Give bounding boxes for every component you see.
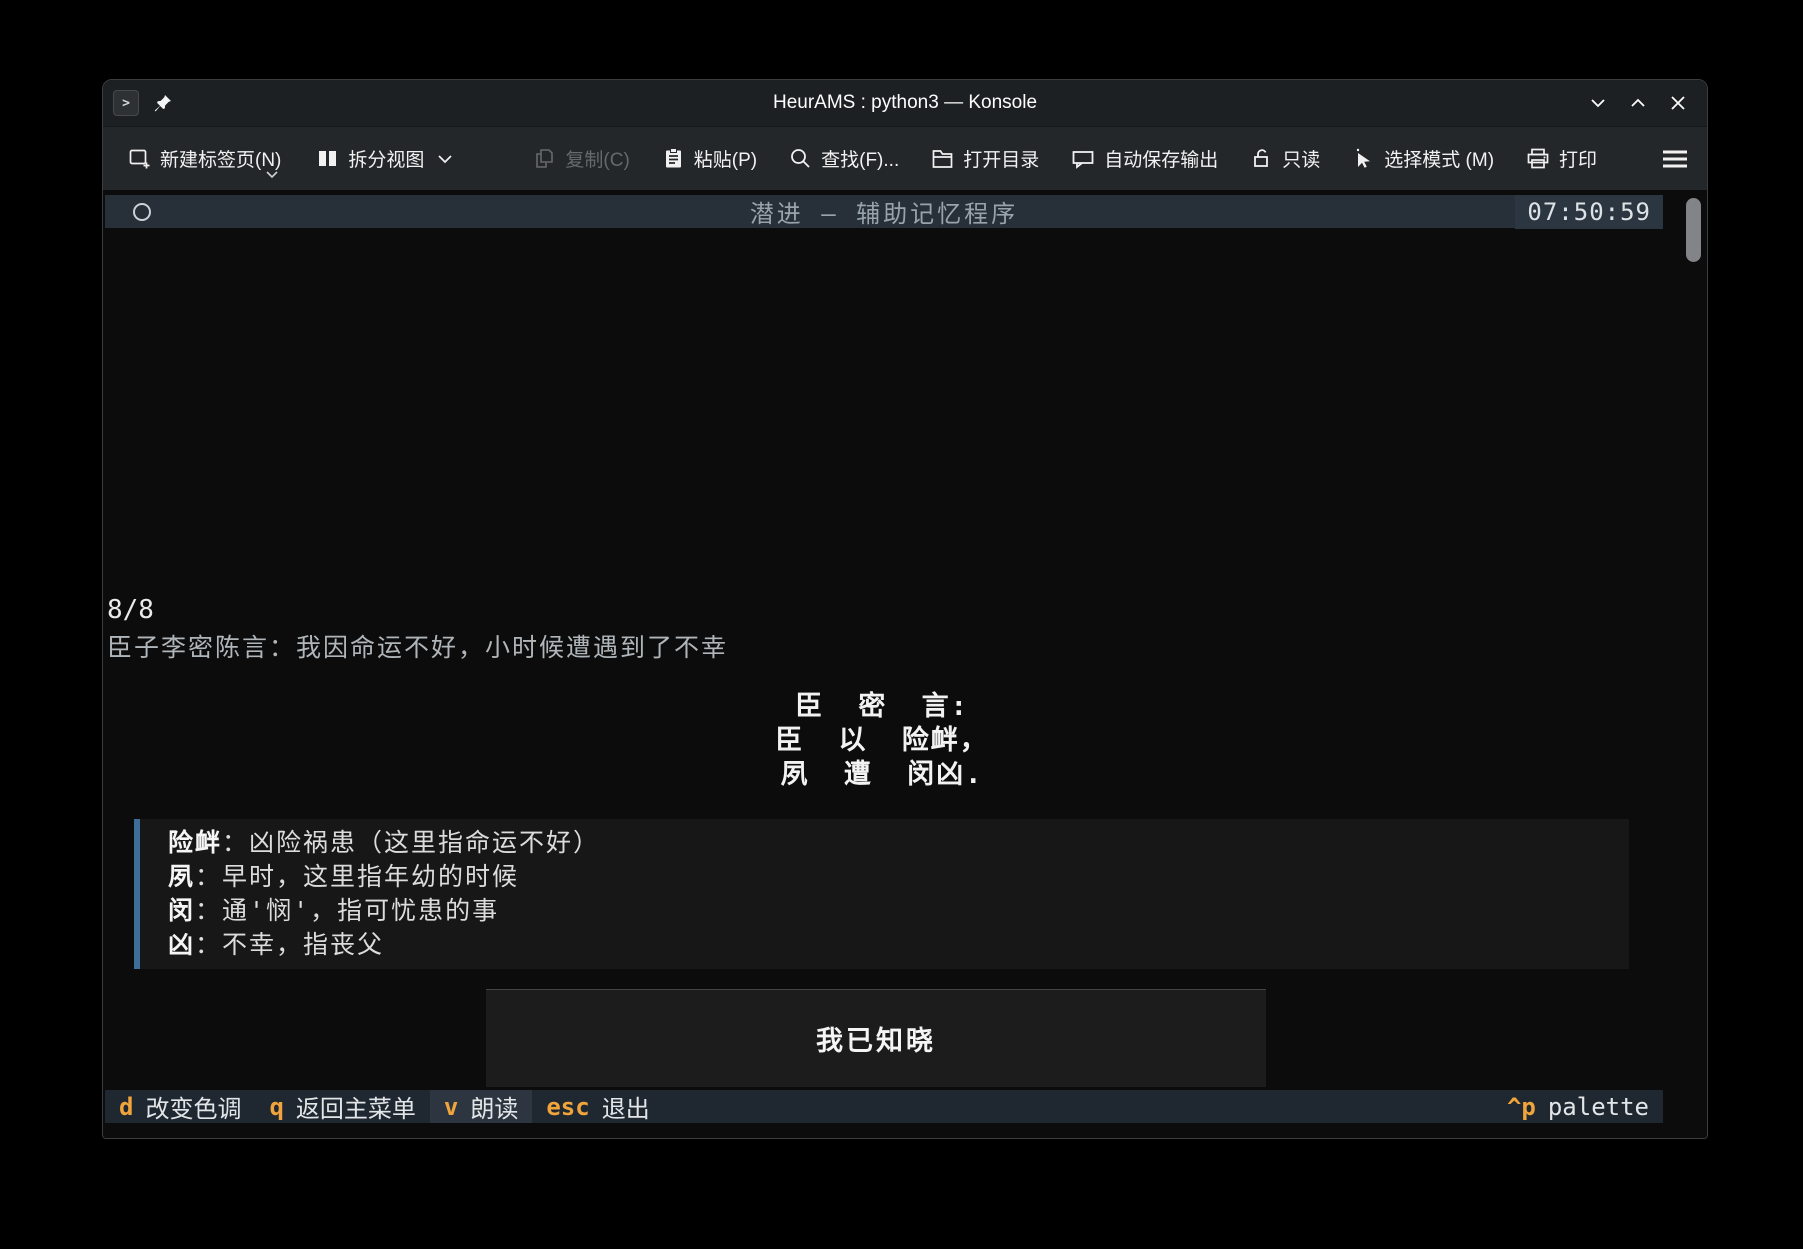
close-button[interactable] [1665,90,1691,116]
minimize-button[interactable] [1585,90,1611,116]
annotation-row: 夙：早时，这里指年幼的时候 [168,860,1629,894]
poem-line: 臣 密 言: [103,690,1661,724]
toolbar: 新建标签页(N) 拆分视图 复制(C) 粘贴(P) [103,126,1707,190]
copy-icon [533,147,556,170]
acknowledge-button[interactable]: 我已知晓 [486,989,1266,1087]
print-label: 打印 [1559,145,1597,172]
window-title: HeurAMS : python3 — Konsole [103,92,1707,114]
key-hint-exit[interactable]: esc 退出 [532,1090,663,1123]
annotation-row: 闵：通'悯'，指可忧患的事 [168,894,1629,928]
chevron-down-icon[interactable] [265,163,279,185]
split-view-button[interactable]: 拆分视图 [316,145,453,172]
tui-header: 潜进 – 辅助记忆程序 07:50:59 [105,195,1663,228]
open-directory-label: 打开目录 [963,145,1039,172]
hamburger-menu-icon[interactable] [1661,148,1689,170]
annotation-panel: 险衅：凶险祸患（这里指命运不好） 夙：早时，这里指年幼的时候 闵：通'悯'，指可… [134,819,1629,969]
find-label: 查找(F)... [821,145,899,172]
copy-button: 复制(C) [533,145,629,172]
auto-save-output-label: 自动保存输出 [1104,145,1218,172]
read-only-label: 只读 [1282,145,1320,172]
progress-counter: 8/8 [107,595,154,625]
maximize-button[interactable] [1625,90,1651,116]
tui-title: 潜进 – 辅助记忆程序 [105,194,1663,229]
select-mode-icon [1352,147,1375,170]
paste-button[interactable]: 粘贴(P) [662,145,757,172]
key-hint-change-theme[interactable]: d 改变色调 [105,1090,255,1123]
pin-icon [153,93,173,113]
title-bar[interactable]: > HeurAMS : python3 — Konsole [103,80,1707,126]
select-mode-button[interactable]: 选择模式 (M) [1352,145,1494,172]
split-view-icon [316,147,339,170]
paste-icon [662,147,685,170]
read-only-button[interactable]: 只读 [1250,145,1320,172]
annotation-row: 凶：不幸，指丧父 [168,928,1629,962]
translation-line: 臣子李密陈言：我因命运不好，小时候遭遇到了不幸 [107,628,728,664]
clock: 07:50:59 [1515,195,1663,229]
select-mode-label: 选择模式 (M) [1384,145,1494,172]
chevron-down-icon[interactable] [437,154,453,164]
key-hint-bar: d 改变色调 q 返回主菜单 v 朗读 esc 退出 ^p palette [105,1090,1663,1123]
terminal-area[interactable]: 潜进 – 辅助记忆程序 07:50:59 8/8 臣子李密陈言：我因命运不好，小… [103,190,1707,1138]
paste-label: 粘贴(P) [694,145,757,172]
printer-icon [1526,147,1550,170]
poem-line: 夙 遭 闵凶. [103,758,1661,792]
new-tab-button[interactable]: 新建标签页(N) [128,145,281,172]
poem-line: 臣 以 险衅， [103,724,1661,758]
key-hint-palette[interactable]: ^p palette [1493,1090,1663,1123]
scrollbar-thumb[interactable] [1686,198,1701,262]
spinner-circle-icon [133,203,151,221]
key-hint-read-aloud[interactable]: v 朗读 [430,1090,532,1123]
copy-label: 复制(C) [565,145,629,172]
open-directory-button[interactable]: 打开目录 [931,145,1039,172]
terminal-tab-icon[interactable]: > [113,90,139,116]
lock-open-icon [1250,147,1273,170]
konsole-window: > HeurAMS : python3 — Konsole 新建标签页(N) [102,79,1708,1139]
split-view-label: 拆分视图 [348,145,424,172]
new-tab-label: 新建标签页(N) [160,145,281,172]
new-tab-icon [128,147,151,170]
print-button[interactable]: 打印 [1526,145,1597,172]
find-button[interactable]: 查找(F)... [789,145,899,172]
annotation-row: 险衅：凶险祸患（这里指命运不好） [168,826,1629,860]
folder-icon [931,147,954,170]
auto-save-icon [1071,147,1095,170]
poem-block: 臣 密 言: 臣 以 险衅， 夙 遭 闵凶. [103,690,1661,792]
key-hint-main-menu[interactable]: q 返回主菜单 [255,1090,429,1123]
auto-save-output-button[interactable]: 自动保存输出 [1071,145,1218,172]
search-icon [789,147,812,170]
